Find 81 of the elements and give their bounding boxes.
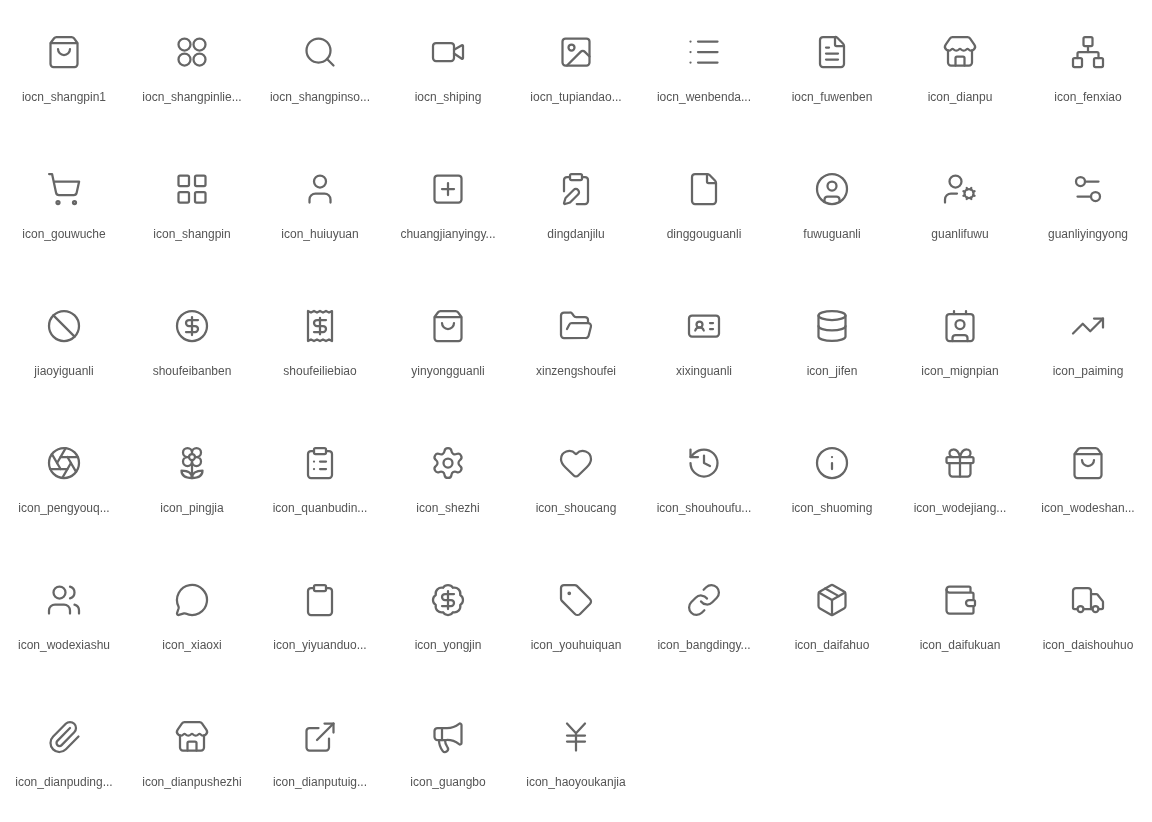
icon-label: guanliyingyong: [1047, 226, 1129, 243]
dollar-badge-icon: [430, 582, 466, 618]
icon-label: icon_dianpuding...: [15, 774, 113, 791]
coin-stack-icon: [814, 308, 850, 344]
circles-grid-icon: [174, 34, 210, 70]
icon-label: icon_yongjin: [414, 637, 482, 654]
icon-label: jiaoyiguanli: [34, 363, 94, 380]
icon-label: icon_guangbo: [410, 774, 486, 791]
dollar-circle-icon: [174, 308, 210, 344]
icon-label: icon_yiyuanduo...: [273, 637, 367, 654]
paperclip-icon: [46, 719, 82, 755]
icon-label: dingdanjilu: [547, 226, 605, 243]
aperture-icon: [46, 445, 82, 481]
icon-label: chuangjianyingy...: [400, 226, 496, 243]
megaphone-icon: [430, 719, 466, 755]
slashed-circle-icon: [46, 308, 82, 344]
image-icon: [558, 34, 594, 70]
icon-label: icon_gouwuche: [22, 226, 106, 243]
icon-label: icon_dianputuig...: [272, 774, 368, 791]
icon-label: icon_fenxiao: [1054, 89, 1122, 106]
external-link-icon: [302, 719, 338, 755]
icon-label: icon_daifahuo: [794, 637, 870, 654]
chat-bubble-icon: [174, 582, 210, 618]
icon-label: shoufeiliebiao: [283, 363, 357, 380]
info-icon: [814, 445, 850, 481]
icon-label: icon_quanbudin...: [272, 500, 368, 517]
network-icon: [1070, 34, 1106, 70]
icon-label: icon_pengyouq...: [18, 500, 110, 517]
icon-label: xixinguanli: [675, 363, 732, 380]
link-icon: [686, 582, 722, 618]
gift-icon: [942, 445, 978, 481]
icon-label: icon_daifukuan: [919, 637, 1001, 654]
icon-label: icon_jifen: [806, 363, 858, 380]
icon-label: shoufeibanben: [152, 363, 232, 380]
icon-label: fuwuguanli: [803, 226, 861, 243]
icon-label: icon_bangdingy...: [657, 637, 751, 654]
icon-label: icon_dianpushezhi: [142, 774, 242, 791]
history-icon: [686, 445, 722, 481]
icon-label: icon_shangpin: [153, 226, 231, 243]
icon-label: xinzengshoufei: [535, 363, 617, 380]
store-icon: [942, 34, 978, 70]
tag-icon: [558, 582, 594, 618]
icon-label: yinyongguanli: [411, 363, 485, 380]
icon-label: icon_youhuiquan: [530, 637, 622, 654]
shopping-cart-icon: [46, 171, 82, 207]
icon-label: iocn_wenbenda...: [656, 89, 752, 106]
search-icon: [302, 34, 338, 70]
package-icon: [814, 582, 850, 618]
icon-label: icon_shouhoufu...: [656, 500, 752, 517]
shopping-bag-icon: [46, 34, 82, 70]
grid-icon: [174, 171, 210, 207]
icon-label: icon_shoucang: [535, 500, 617, 517]
user-circle-icon: [814, 171, 850, 207]
icon-label: iocn_shangpin1: [21, 89, 107, 106]
icon-label: iocn_shangpinlie...: [142, 89, 242, 106]
icon-label: icon_huiuyuan: [281, 226, 359, 243]
icon-label: dinggouguanli: [666, 226, 742, 243]
icon-label: icon_wodeshan...: [1041, 500, 1135, 517]
shopping-bag-icon: [1070, 445, 1106, 481]
icon-label: icon_dianpu: [927, 89, 993, 106]
contact-card-icon: [942, 308, 978, 344]
icon-label: icon_shuoming: [791, 500, 873, 517]
settings-icon: [430, 445, 466, 481]
icon-label: iocn_tupiandao...: [530, 89, 622, 106]
icon-label: icon_haoyoukanjia: [526, 774, 626, 791]
add-square-icon: [430, 171, 466, 207]
icon-label: iocn_shiping: [414, 89, 482, 106]
icon-label: guanlifuwu: [931, 226, 989, 243]
icon-label: iocn_fuwenben: [791, 89, 873, 106]
icon-label: icon_daishouhuo: [1042, 637, 1134, 654]
store-icon: [174, 719, 210, 755]
icon-label: icon_wodejiang...: [913, 500, 1007, 517]
icon-label: icon_wodexiashu: [17, 637, 111, 654]
icon-label: icon_xiaoxi: [162, 637, 222, 654]
wallet-icon: [942, 582, 978, 618]
icon-label: icon_shezhi: [416, 500, 480, 517]
icon-label: icon_pingjia: [160, 500, 224, 517]
shopping-bag-icon: [430, 308, 466, 344]
icon-label: iocn_shangpinso...: [269, 89, 371, 106]
icon-label: icon_mignpian: [921, 363, 999, 380]
icon-label: icon_paiming: [1052, 363, 1124, 380]
